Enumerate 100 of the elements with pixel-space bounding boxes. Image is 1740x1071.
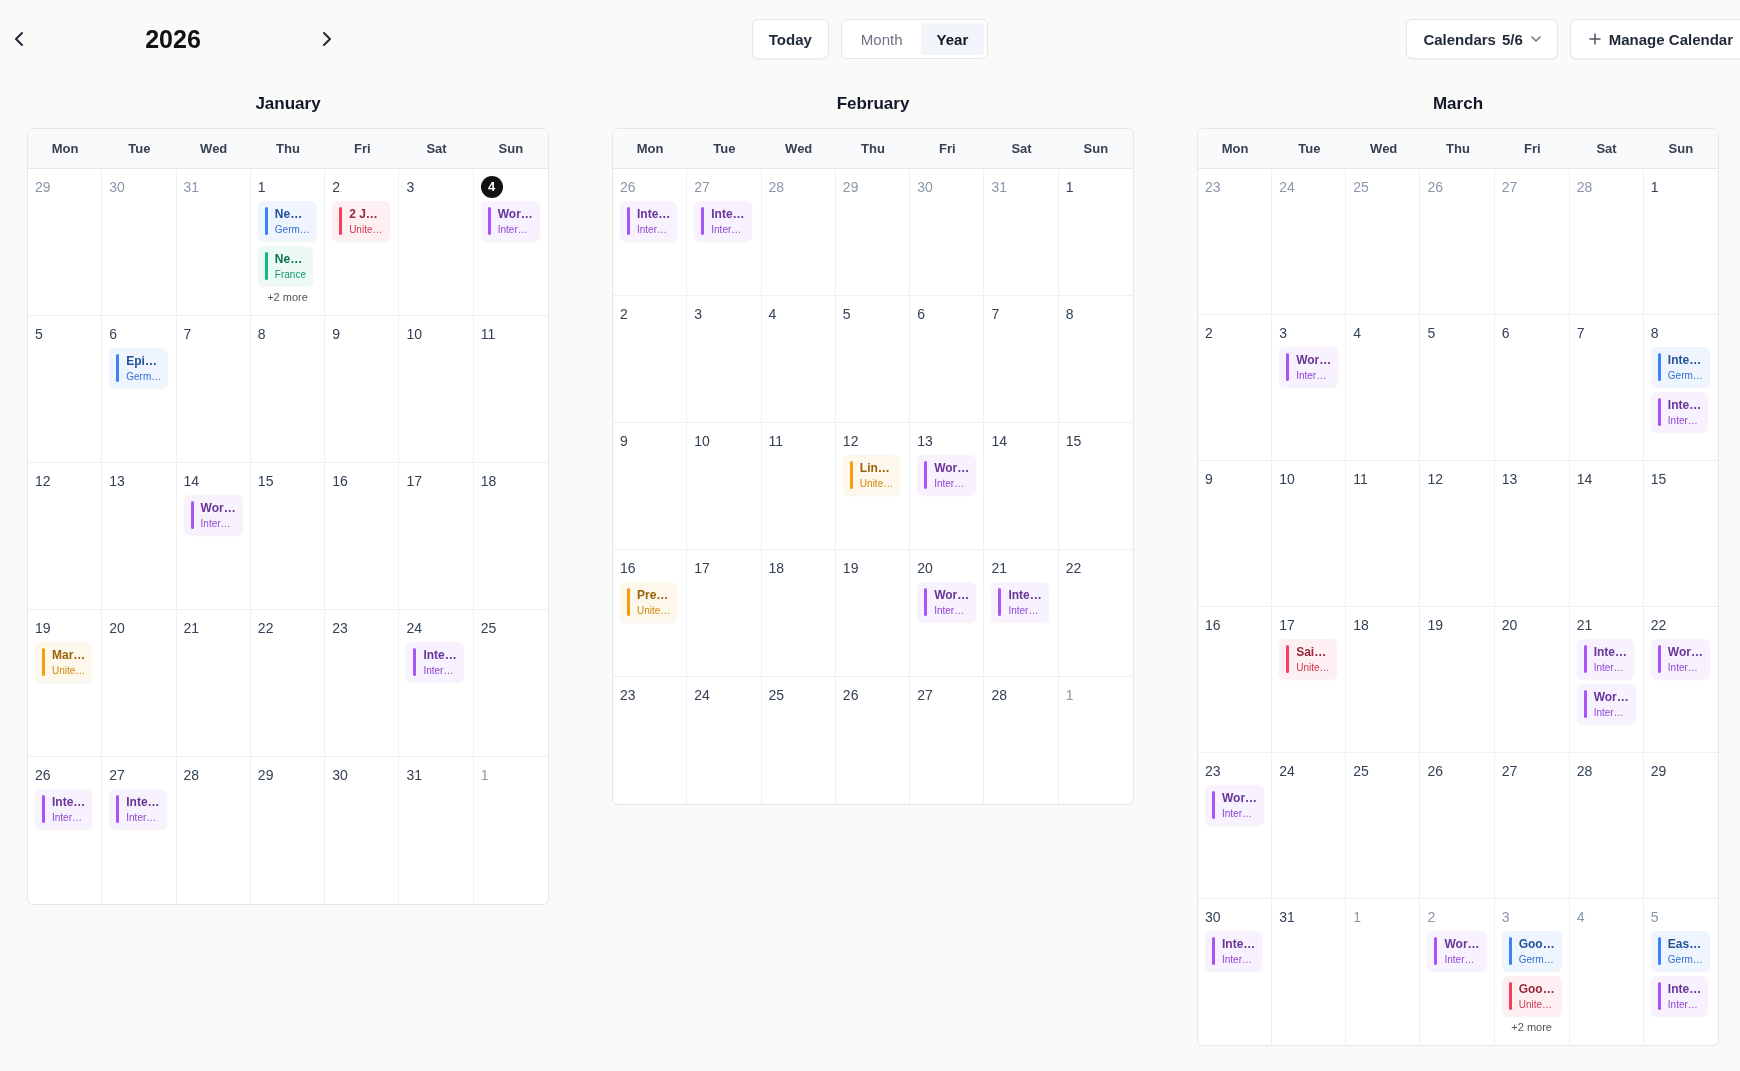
day-number[interactable]: 15 [1065,432,1082,450]
day-number[interactable]: 7 [991,305,1000,323]
day-number[interactable]: 7 [1576,324,1585,342]
more-link[interactable]: +2 more [267,291,308,303]
event-chip[interactable]: Sai… Unite… [1279,639,1337,679]
day-number[interactable]: 16 [620,559,636,577]
day-number[interactable]: 1 [257,178,266,196]
event-chip[interactable]: Wor… Inter… [1650,639,1710,679]
event-chip[interactable]: Wor… Inter… [1576,684,1636,724]
day-number[interactable]: 18 [768,559,785,577]
event-chip[interactable]: Ne… Germ… [257,201,317,241]
day-number[interactable]: 30 [332,766,348,784]
day-number[interactable]: 15 [257,472,274,490]
day-number[interactable]: 6 [1501,324,1510,342]
event-chip[interactable]: Inte… Inter… [620,201,678,241]
event-chip[interactable]: Inte… Germ… [1650,347,1710,387]
day-number[interactable]: 17 [694,559,710,577]
event-chip[interactable]: Goo… Unite… [1501,976,1562,1016]
day-number[interactable]: 5 [842,305,851,323]
day-number[interactable]: 28 [991,686,1007,704]
day-number[interactable]: 25 [768,686,785,704]
day-number[interactable]: 27 [1501,762,1518,780]
day-number[interactable]: 2 [332,178,340,196]
event-chip[interactable]: Inte… Inter… [1650,976,1709,1016]
day-number[interactable]: 3 [694,305,703,323]
more-link[interactable]: +2 more [1511,1021,1552,1033]
day-number[interactable]: 19 [1427,616,1444,634]
day-number[interactable]: 16 [332,472,348,490]
day-number[interactable]: 31 [406,766,422,784]
event-chip[interactable]: Wor… Inter… [1279,347,1339,387]
day-number[interactable]: 20 [917,559,933,577]
day-number[interactable]: 6 [109,325,118,343]
day-number[interactable]: 9 [1205,470,1213,488]
event-chip[interactable]: Inte… Inter… [694,201,752,241]
day-number[interactable]: 7 [183,325,192,343]
event-chip[interactable]: Lin… Unite… [842,455,901,495]
day-number[interactable]: 8 [1065,305,1074,323]
day-number[interactable]: 18 [1353,616,1369,634]
event-chip[interactable]: Wor… Inter… [917,582,977,622]
event-chip[interactable]: Eas… Germ… [1650,931,1710,971]
event-chip[interactable]: Epi… Germ… [109,348,169,388]
day-number[interactable]: 9 [620,432,628,450]
day-number[interactable]: 20 [109,619,125,637]
day-number[interactable]: 18 [480,472,497,490]
event-chip[interactable]: Ne… France [257,246,313,286]
day-number[interactable]: 5 [35,325,43,343]
day-number[interactable]: 27 [109,766,125,784]
day-number[interactable]: 26 [842,686,859,704]
day-number[interactable]: 11 [1353,470,1368,488]
day-number[interactable]: 28 [1576,762,1593,780]
calendars-dropdown[interactable]: Calendars 5/6 [1406,19,1558,59]
event-chip[interactable]: Inte… Inter… [991,582,1049,622]
day-number[interactable]: 13 [1501,470,1518,488]
day-number[interactable]: 5 [1427,324,1436,342]
day-number[interactable]: 10 [406,325,422,343]
day-number[interactable]: 4 [768,305,777,323]
day-number[interactable]: 19 [35,619,51,637]
day-number[interactable]: 20 [1501,616,1518,634]
day-number[interactable]: 8 [257,325,266,343]
day-number[interactable]: 24 [1279,762,1295,780]
today-button[interactable]: Today [751,19,829,59]
day-number[interactable]: 1 [1650,178,1659,196]
day-number[interactable]: 12 [1427,470,1444,488]
day-number[interactable]: 29 [1650,762,1667,780]
event-chip[interactable]: Inte… Inter… [1576,639,1634,679]
view-tab[interactable]: Month [844,23,919,55]
day-number[interactable]: 3 [406,178,415,196]
day-number[interactable]: 8 [1650,324,1659,342]
event-chip[interactable]: 2 J… Unite… [332,201,390,241]
day-number[interactable]: 14 [1576,470,1593,488]
day-number[interactable]: 27 [917,686,933,704]
event-chip[interactable]: Inte… Inter… [109,789,167,829]
day-number[interactable]: 16 [1205,616,1221,634]
day-number[interactable]: 30 [1205,908,1221,926]
manage-calendar-button[interactable]: Manage Calendar [1569,19,1740,59]
day-number[interactable]: 10 [1279,470,1295,488]
day-number[interactable]: 9 [332,325,340,343]
event-chip[interactable]: Wor… Inter… [480,201,540,241]
day-number[interactable]: 4 [1353,324,1362,342]
view-tab[interactable]: Year [920,23,985,55]
day-number[interactable]: 23 [332,619,348,637]
day-number[interactable]: 28 [183,766,200,784]
event-chip[interactable]: Goo… Germ… [1501,931,1562,971]
day-number[interactable]: 10 [694,432,710,450]
event-chip[interactable]: Mar… Unite… [35,642,93,682]
event-chip[interactable]: Inte… Inter… [35,789,93,829]
event-chip[interactable]: Inte… Inter… [406,642,464,682]
event-chip[interactable]: Wor… Inter… [1205,785,1265,825]
day-number[interactable]: 31 [1279,908,1295,926]
event-chip[interactable]: Inte… Inter… [1205,931,1263,971]
day-number[interactable]: 21 [183,619,200,637]
today-date[interactable]: 4 [480,176,503,198]
day-number[interactable]: 25 [1353,762,1369,780]
day-number[interactable]: 26 [1427,762,1444,780]
event-chip[interactable]: Wor… Inter… [917,455,977,495]
day-number[interactable]: 23 [620,686,636,704]
day-number[interactable]: 6 [917,305,925,323]
day-number[interactable]: 2 [620,305,628,323]
day-number[interactable]: 22 [1650,616,1667,634]
day-number[interactable]: 3 [1279,324,1287,342]
